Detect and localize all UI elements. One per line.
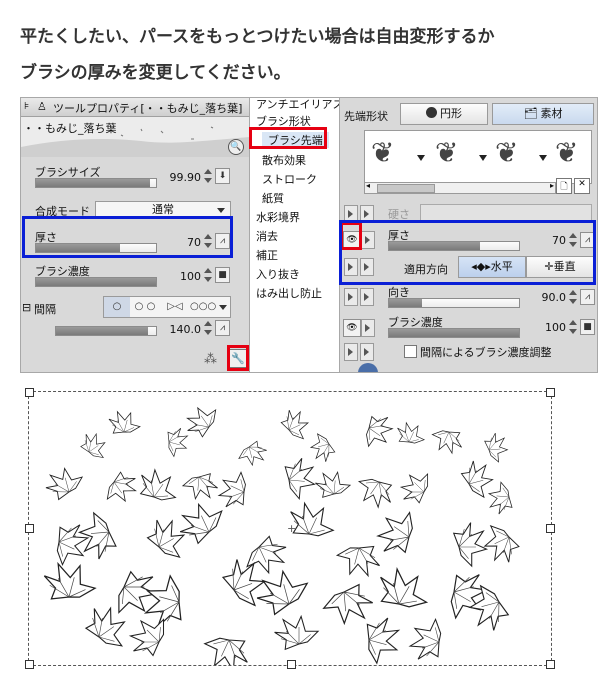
blend-mode-value: 通常 <box>152 203 174 216</box>
spacing-label: 間隔 <box>34 303 56 316</box>
brush-size-slider[interactable] <box>35 178 157 188</box>
transform-handle-top-right[interactable] <box>546 388 555 397</box>
spacing-option-3[interactable]: ▷◁ <box>160 297 190 317</box>
category-scatter[interactable]: 散布効果 <box>262 152 306 168</box>
circle-icon <box>426 107 437 118</box>
direction-value[interactable]: 90.0 <box>530 291 567 304</box>
thickness-highlight-right <box>339 220 596 285</box>
category-erase[interactable]: 消去 <box>256 228 278 244</box>
brush-size-fill <box>36 179 150 187</box>
category-overflow-prevention[interactable]: はみ出し防止 <box>256 285 322 301</box>
panel-title-bar: ⊧ ♙ ツールプロパティ[・・もみじ_落ち葉] <box>21 98 250 117</box>
brush-density-spinner[interactable] <box>203 267 212 283</box>
search-settings-icon[interactable]: 🔍 <box>228 139 244 155</box>
preview-stroke <box>21 126 250 157</box>
loading-icon: ⁂ <box>204 352 217 367</box>
spacing-option-2[interactable]: ○ ○ <box>130 297 160 317</box>
transform-handle-middle-left[interactable] <box>25 524 34 533</box>
transform-handle-bottom-right[interactable] <box>546 660 555 669</box>
spacing-density-checkbox[interactable] <box>404 345 417 358</box>
spacing-collapse-icon[interactable]: ⊟ <box>22 301 31 314</box>
category-start-end[interactable]: 入り抜き <box>256 266 300 282</box>
spacing-slider[interactable] <box>55 326 157 336</box>
direction-spinner[interactable] <box>568 289 577 305</box>
eye-icon[interactable]: 👁 <box>343 319 361 337</box>
leaf-tip-thumbnail-3[interactable]: ❦ <box>495 139 518 167</box>
angle-visibility[interactable] <box>344 288 358 306</box>
tip-list-scrollbar[interactable]: ◂ ▸ <box>364 181 556 194</box>
density-expand[interactable] <box>361 319 375 337</box>
material-tip-label: 素材 <box>540 107 563 120</box>
leaf-tip-thumbnail-2[interactable]: ❦ <box>435 139 458 167</box>
category-correction[interactable]: 補正 <box>256 247 278 263</box>
category-antialias[interactable]: アンチエイリアス <box>256 98 340 112</box>
brush-density-slider-right[interactable] <box>388 328 520 338</box>
scroll-right-icon[interactable]: ▸ <box>550 181 554 190</box>
transform-handle-top-left[interactable] <box>25 388 34 397</box>
panel-title: ツールプロパティ[・・もみじ_落ち葉] <box>53 102 243 115</box>
circle-tip-button[interactable]: 円形 <box>400 103 488 125</box>
brush-density-button-right[interactable]: ■ <box>580 319 595 335</box>
thickness-highlight-left <box>22 216 233 258</box>
brush-density-value[interactable]: 100 <box>161 270 201 283</box>
brush-density-value-right[interactable]: 100 <box>530 321 566 334</box>
transform-center-marker[interactable]: + <box>287 522 296 535</box>
spacing-option-4[interactable]: ○○○ <box>190 297 216 317</box>
material-tip-button[interactable]: 🗂 素材 <box>492 103 594 125</box>
brush-size-value[interactable]: 99.90 <box>161 171 202 184</box>
tip-material-list[interactable]: ❦ ❦ ❦ ❦ <box>364 130 592 184</box>
direction-fill <box>389 299 422 307</box>
transform-handle-middle-right[interactable] <box>546 524 555 533</box>
brush-density-fill <box>36 278 156 286</box>
density-right-fill <box>389 329 519 337</box>
material-icon: 🗂 <box>523 107 538 120</box>
brush-preview: ・・もみじ_落ち葉 🔍 <box>21 117 250 157</box>
spacing-value[interactable]: 140.0 <box>155 323 202 336</box>
category-watercolor-edge[interactable]: 水彩境界 <box>256 209 300 225</box>
spacing-fill <box>56 327 148 335</box>
category-paper-texture[interactable]: 紙質 <box>262 190 284 206</box>
chevron-down-icon[interactable] <box>219 305 227 310</box>
spacing-density-label: 間隔によるブラシ濃度調整 <box>420 346 552 359</box>
brush-size-down-button[interactable]: ⬇ <box>215 168 230 184</box>
transform-handle-bottom-center[interactable] <box>287 660 296 669</box>
intro-text-line-2: ブラシの厚みを変更してください。 <box>20 63 291 83</box>
direction-slider[interactable] <box>388 298 520 308</box>
spacing-density-expand[interactable] <box>360 343 374 361</box>
add-tip-icon[interactable]: 🗋 <box>556 178 572 194</box>
brush-density-slider[interactable] <box>35 277 157 287</box>
brush-tip-highlight <box>249 127 327 149</box>
spacing-density-visibility[interactable] <box>344 343 358 361</box>
brush-density-button[interactable]: ■ <box>215 267 230 283</box>
wrench-highlight <box>227 345 249 371</box>
spacing-pressure-button[interactable]: ⩘ <box>215 320 230 336</box>
canvas-transform-bounding-box[interactable]: + <box>25 388 555 669</box>
tip-shape-label: 先端形状 <box>344 110 388 123</box>
transform-handle-bottom-left[interactable] <box>25 660 34 669</box>
delete-tip-icon[interactable]: ✕ <box>574 178 590 194</box>
brush-size-spinner[interactable] <box>203 168 212 184</box>
spacing-option-1[interactable]: ○ <box>104 297 130 317</box>
intro-text-line-1: 平たくしたい、パースをもっとつけたい場合は自由変形するか <box>20 27 495 47</box>
tip-1-menu-icon[interactable] <box>417 155 425 161</box>
tip-3-menu-icon[interactable] <box>539 155 547 161</box>
brush-density-spinner-right[interactable] <box>568 319 577 335</box>
category-stroke[interactable]: ストローク <box>262 171 317 187</box>
leaf-tip-thumbnail-4[interactable]: ❦ <box>555 139 578 167</box>
direction-pressure-button[interactable]: ⩘ <box>580 289 595 305</box>
panel-bottom-icon <box>358 363 378 372</box>
circle-tip-label: 円形 <box>440 107 462 120</box>
angle-expand[interactable] <box>360 288 374 306</box>
scroll-left-icon[interactable]: ◂ <box>366 181 370 190</box>
scroll-thumb[interactable] <box>377 184 435 193</box>
chevron-down-icon <box>217 208 225 213</box>
tool-property-icon: ♙ <box>37 100 47 113</box>
tip-2-menu-icon[interactable] <box>479 155 487 161</box>
spacing-mode-selector[interactable]: ○ ○ ○ ▷◁ ○○○ <box>103 296 231 318</box>
leaf-tip-thumbnail-1[interactable]: ❦ <box>371 139 394 167</box>
panel-menu-icon[interactable]: ⊧ <box>24 101 29 112</box>
spacing-spinner[interactable] <box>203 320 212 336</box>
